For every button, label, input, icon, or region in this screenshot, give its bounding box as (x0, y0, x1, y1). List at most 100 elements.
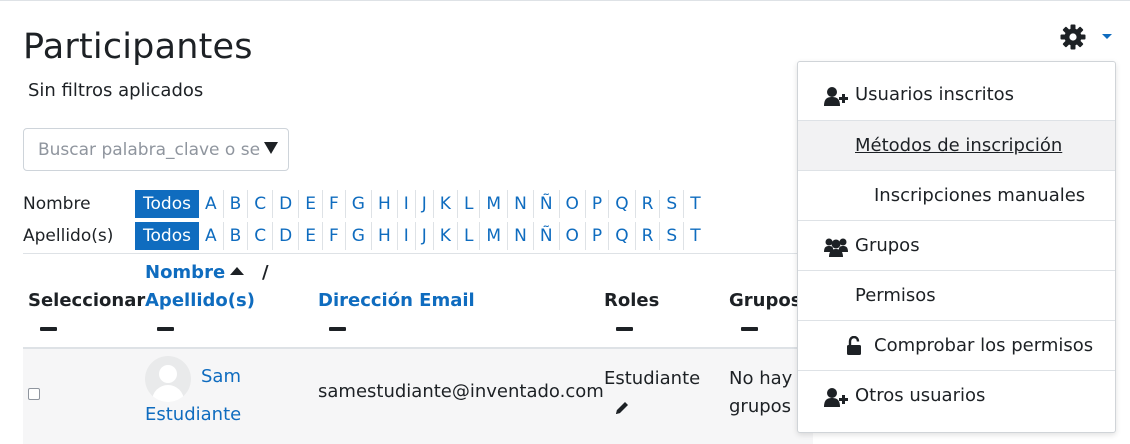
search-field[interactable] (23, 128, 289, 171)
first-name-initial-link[interactable]: R (634, 190, 660, 218)
menu-item-label: Inscripciones manuales (874, 185, 1086, 206)
sort-first-name-link[interactable]: Nombre (145, 262, 225, 283)
user-plus-icon (824, 388, 848, 407)
last-name-initial-link[interactable]: Ñ (532, 222, 559, 250)
select-user-checkbox[interactable] (28, 388, 40, 400)
last-name-initial-link[interactable]: O (558, 222, 585, 250)
last-name-initial-link[interactable]: E (298, 222, 322, 250)
last-name-letters: Todos ABCDEFGHIJKLMNÑOPQRST (135, 222, 707, 250)
users-icon (824, 238, 848, 257)
last-name-initial-link[interactable]: N (507, 222, 533, 250)
last-name-initial-link[interactable]: M (479, 222, 507, 250)
first-name-initials-bar: Nombre Todos ABCDEFGHIJKLMNÑOPQRST (23, 190, 707, 218)
last-name-initial-link[interactable]: F (321, 222, 345, 250)
avatar-head (159, 365, 177, 383)
user-first-name-link[interactable]: Sam (201, 366, 241, 387)
first-name-initials-label: Nombre (23, 194, 91, 214)
first-name-initial-link[interactable]: Ñ (532, 190, 559, 218)
page-title: Participantes (23, 27, 253, 67)
menu-item-other-users[interactable]: Otros usuarios (798, 370, 1115, 420)
last-name-initial-link[interactable]: J (414, 222, 433, 250)
first-name-initial-link[interactable]: A (199, 190, 223, 218)
menu-item-enrolment-methods[interactable]: Métodos de inscripción (798, 120, 1115, 170)
name-separator: / (262, 262, 269, 283)
top-border (0, 0, 1130, 1)
last-name-all-button[interactable]: Todos (135, 222, 199, 250)
last-name-initial-link[interactable]: D (272, 222, 298, 250)
edit-pencil-icon[interactable] (613, 399, 631, 417)
collapse-name-icon[interactable] (157, 327, 174, 331)
menu-item-label: Grupos (855, 235, 920, 256)
last-name-initials-bar: Apellido(s) Todos ABCDEFGHIJKLMNÑOPQRST (23, 222, 707, 250)
first-name-initial-link[interactable]: I (396, 190, 415, 218)
last-name-initial-link[interactable]: B (222, 222, 248, 250)
sort-email-link[interactable]: Dirección Email (318, 290, 475, 311)
collapse-email-icon[interactable] (329, 327, 346, 331)
last-name-initial-link[interactable]: P (584, 222, 608, 250)
first-name-initial-link[interactable]: E (298, 190, 322, 218)
gear-icon[interactable] (1060, 24, 1086, 50)
avatar (145, 356, 191, 402)
menu-item-check-permissions[interactable]: Comprobar los permisos (798, 320, 1115, 370)
menu-item-permissions[interactable]: Permisos (798, 270, 1115, 320)
first-name-initial-link[interactable]: B (222, 190, 248, 218)
first-name-initial-link[interactable]: P (584, 190, 608, 218)
last-name-initial-link[interactable]: H (370, 222, 397, 250)
first-name-initial-link[interactable]: Q (608, 190, 634, 218)
menu-item-label: Comprobar los permisos (874, 335, 1094, 356)
first-name-initial-link[interactable]: G (344, 190, 371, 218)
collapse-groups-icon[interactable] (741, 327, 758, 331)
last-name-initial-link[interactable]: S (659, 222, 683, 250)
user-last-name-link[interactable]: Estudiante (145, 404, 241, 425)
user-email: samestudiante@inventado.com (318, 381, 604, 402)
menu-item-manual-enrolments[interactable]: Inscripciones manuales (798, 170, 1115, 220)
first-name-initial-link[interactable]: H (370, 190, 397, 218)
select-column-header: Seleccionar (28, 290, 146, 311)
first-name-initial-link[interactable]: O (558, 190, 585, 218)
last-name-initial-link[interactable]: C (247, 222, 272, 250)
table-header: Seleccionar Nombre / Apellido(s) Direcci… (23, 253, 813, 348)
menu-item-enrolled-users[interactable]: Usuarios inscritos (798, 70, 1115, 120)
filters-status: Sin filtros aplicados (28, 80, 204, 101)
menu-item-label: Usuarios inscritos (855, 84, 1015, 105)
first-name-initial-link[interactable]: K (432, 190, 457, 218)
last-name-initial-link[interactable]: R (634, 222, 660, 250)
first-name-initial-link[interactable]: M (479, 190, 507, 218)
course-admin-menu: Usuarios inscritos Métodos de inscripció… (797, 61, 1116, 433)
last-name-initial-link[interactable]: G (344, 222, 371, 250)
menu-item-groups[interactable]: Grupos (798, 220, 1115, 270)
first-name-initial-link[interactable]: C (247, 190, 272, 218)
user-plus-icon (824, 87, 848, 106)
last-name-initial-link[interactable]: A (199, 222, 223, 250)
first-name-initial-link[interactable]: N (507, 190, 533, 218)
caret-down-icon[interactable] (264, 142, 278, 154)
roles-column-header: Roles (604, 290, 660, 311)
user-groups-line1: No hay (729, 368, 793, 389)
first-name-initial-link[interactable]: L (456, 190, 479, 218)
first-name-initial-link[interactable]: T (683, 190, 706, 218)
first-name-initial-link[interactable]: F (321, 190, 345, 218)
last-name-initial-link[interactable]: T (683, 222, 706, 250)
first-name-initial-link[interactable]: J (414, 190, 433, 218)
groups-column-header: Grupos (729, 290, 802, 311)
last-name-initial-link[interactable]: L (456, 222, 479, 250)
table-row: Sam Estudiante samestudiante@inventado.c… (23, 347, 813, 444)
unlock-icon (847, 336, 861, 355)
first-name-initial-link[interactable]: D (272, 190, 298, 218)
collapse-select-icon[interactable] (40, 327, 57, 331)
collapse-roles-icon[interactable] (616, 327, 633, 331)
avatar-body (152, 385, 184, 402)
chevron-down-icon[interactable] (1102, 34, 1112, 39)
search-input[interactable] (24, 129, 288, 170)
user-groups-line2: grupos (729, 396, 792, 417)
first-name-initial-link[interactable]: S (659, 190, 683, 218)
sort-last-name-link[interactable]: Apellido(s) (145, 290, 255, 311)
first-name-all-button[interactable]: Todos (135, 190, 199, 218)
last-name-initial-link[interactable]: I (396, 222, 415, 250)
user-role: Estudiante (604, 368, 701, 389)
menu-item-label: Métodos de inscripción (855, 135, 1063, 156)
last-name-initials-label: Apellido(s) (23, 226, 114, 246)
first-name-letters: Todos ABCDEFGHIJKLMNÑOPQRST (135, 190, 707, 218)
last-name-initial-link[interactable]: Q (608, 222, 634, 250)
last-name-initial-link[interactable]: K (432, 222, 457, 250)
